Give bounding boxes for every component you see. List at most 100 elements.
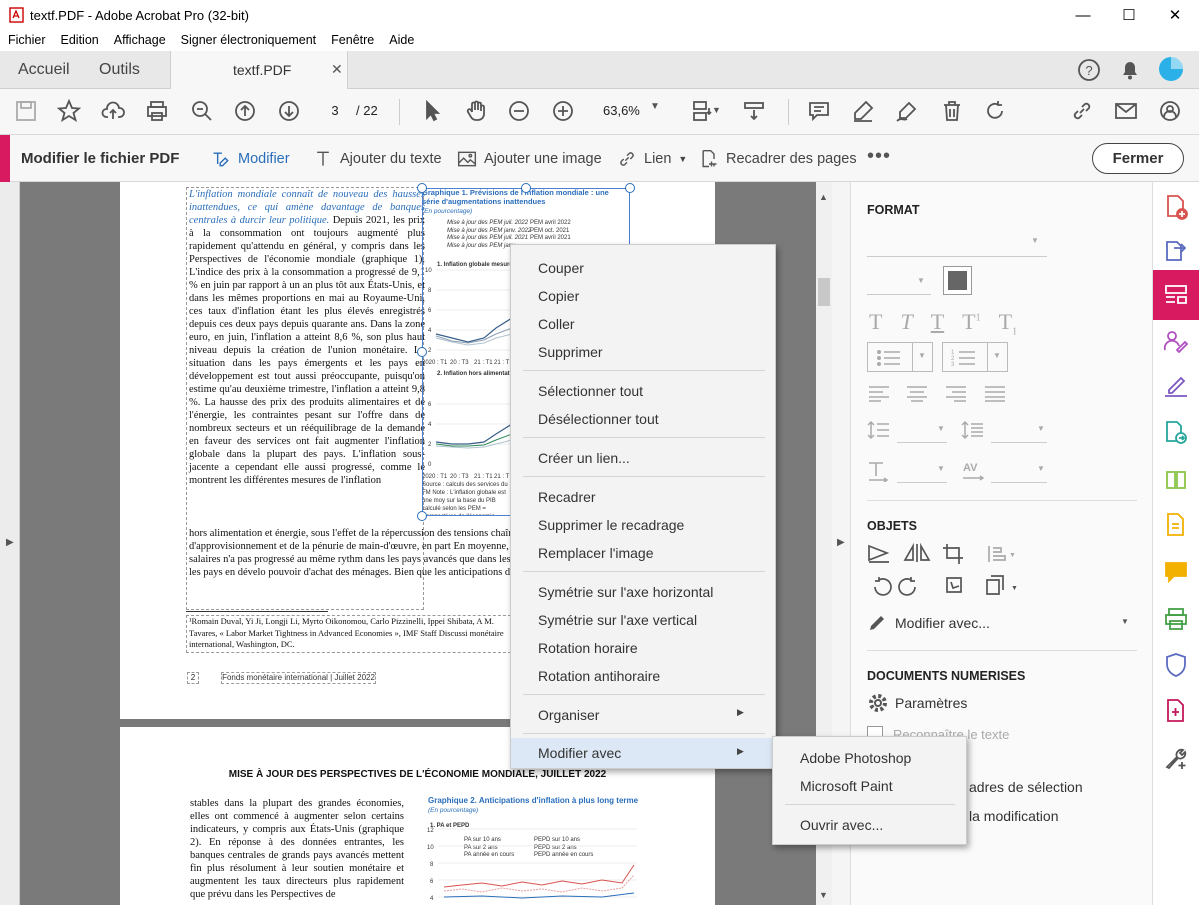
print-icon[interactable] bbox=[141, 95, 173, 127]
edit-with-dropdown[interactable]: Modifier avec... ▼ bbox=[867, 612, 1137, 634]
help-icon[interactable]: ? bbox=[1077, 58, 1101, 82]
save-icon[interactable] bbox=[10, 95, 42, 127]
submenu-item-open-with[interactable]: Ouvrir avec... bbox=[773, 810, 966, 838]
edit-pdf-icon[interactable] bbox=[1163, 282, 1189, 308]
menu-item-copy[interactable]: Copier bbox=[511, 281, 775, 309]
comment-icon[interactable] bbox=[803, 95, 835, 127]
numbered-list-select[interactable]: 123 ▼ bbox=[942, 342, 1008, 372]
text-underline-icon[interactable]: T bbox=[931, 309, 944, 337]
menu-item-rotate-counterclockwise[interactable]: Rotation antihoraire bbox=[511, 661, 775, 689]
character-spacing-select[interactable]: AV ▼ bbox=[961, 458, 1047, 484]
zoom-level-select[interactable]: 63,6% bbox=[603, 103, 640, 118]
add-user-icon[interactable] bbox=[1154, 95, 1186, 127]
menu-edition[interactable]: Edition bbox=[53, 30, 106, 51]
menu-item-flip-vertical[interactable]: Symétrie sur l'axe vertical bbox=[511, 605, 775, 633]
page2-body[interactable]: stables dans la plupart des grandes écon… bbox=[190, 797, 404, 905]
menu-fenetre[interactable]: Fenêtre bbox=[323, 30, 381, 51]
menu-item-rotate-clockwise[interactable]: Rotation horaire bbox=[511, 633, 775, 661]
font-family-select[interactable]: ▼ bbox=[867, 232, 1047, 257]
menu-item-delete[interactable]: Supprimer bbox=[511, 337, 775, 365]
menu-item-replace-image[interactable]: Remplacer l'image bbox=[511, 538, 775, 566]
resize-handle[interactable] bbox=[521, 183, 531, 193]
chevron-down-icon[interactable]: ▼ bbox=[712, 105, 721, 115]
share-link-icon[interactable] bbox=[1066, 95, 1098, 127]
page-number-input[interactable]: 3 bbox=[320, 103, 350, 118]
notification-bell-icon[interactable] bbox=[1119, 58, 1141, 82]
zoom-dropdown-icon[interactable]: ▼ bbox=[650, 101, 660, 112]
zoom-in-icon[interactable] bbox=[547, 95, 579, 127]
character-scale-select[interactable]: ▼ bbox=[867, 458, 947, 484]
footnote-text[interactable]: ¹Romain Duval, Yi Ji, Longji Li, Myrto O… bbox=[189, 616, 514, 652]
close-tab-icon[interactable]: ✕ bbox=[331, 61, 343, 78]
settings-button[interactable]: Paramètres bbox=[867, 692, 967, 714]
zoom-out-icon[interactable] bbox=[503, 95, 535, 127]
submenu-item-photoshop[interactable]: Adobe Photoshop bbox=[773, 743, 966, 771]
resize-handle[interactable] bbox=[625, 183, 635, 193]
scroll-up-icon[interactable]: ▲ bbox=[819, 192, 828, 202]
bookmark-star-icon[interactable] bbox=[53, 95, 85, 127]
bullet-list-select[interactable]: ▼ bbox=[867, 342, 933, 372]
highlight-pen-icon[interactable] bbox=[847, 95, 879, 127]
menu-item-create-link[interactable]: Créer un lien... bbox=[511, 443, 775, 471]
menu-item-arrange[interactable]: Organiser ▶ bbox=[511, 700, 775, 728]
protect-shield-icon[interactable] bbox=[1163, 652, 1189, 678]
request-signature-icon[interactable] bbox=[1163, 328, 1189, 354]
account-avatar-icon[interactable] bbox=[1158, 56, 1184, 82]
hand-tool-icon[interactable] bbox=[460, 95, 492, 127]
select-pointer-icon[interactable] bbox=[416, 95, 448, 127]
email-icon[interactable] bbox=[1110, 95, 1142, 127]
paragraph-spacing-select[interactable]: ▼ bbox=[961, 418, 1047, 444]
scrollbar-thumb[interactable] bbox=[818, 278, 830, 306]
menu-signer[interactable]: Signer électroniquement bbox=[173, 30, 324, 51]
add-image-button[interactable]: Ajouter une image bbox=[457, 149, 602, 169]
more-tools-wrench-icon[interactable] bbox=[1163, 745, 1189, 771]
tab-accueil[interactable]: Accueil bbox=[0, 51, 88, 89]
text-normal-icon[interactable]: T bbox=[869, 309, 882, 337]
resize-handle[interactable] bbox=[417, 183, 427, 193]
submenu-item-paint[interactable]: Microsoft Paint bbox=[773, 771, 966, 799]
link-button[interactable]: Lien ▼ bbox=[617, 149, 687, 169]
menu-item-crop[interactable]: Recadrer bbox=[511, 482, 775, 510]
add-text-button[interactable]: Ajouter du texte bbox=[313, 149, 442, 169]
organize-pages-icon[interactable] bbox=[1163, 467, 1189, 493]
scroll-down-icon[interactable]: ▼ bbox=[819, 890, 828, 900]
more-options-icon[interactable]: ••• bbox=[867, 145, 891, 168]
delete-trash-icon[interactable] bbox=[936, 95, 968, 127]
left-panel-toggle[interactable]: ▶ bbox=[0, 182, 20, 905]
font-size-select[interactable]: ▼ bbox=[867, 270, 931, 295]
menu-item-paste[interactable]: Coller bbox=[511, 309, 775, 337]
resize-handle[interactable] bbox=[417, 511, 427, 521]
menu-affichage[interactable]: Affichage bbox=[106, 30, 173, 51]
rich-media-icon[interactable] bbox=[1163, 698, 1189, 724]
tab-document[interactable]: textf.PDF ✕ bbox=[170, 51, 348, 90]
next-page-icon[interactable] bbox=[273, 95, 305, 127]
close-window-button[interactable]: ✕ bbox=[1152, 0, 1198, 30]
previous-page-icon[interactable] bbox=[229, 95, 261, 127]
zoom-search-icon[interactable] bbox=[186, 95, 218, 127]
export-pdf-icon[interactable] bbox=[1163, 238, 1189, 264]
minimize-button[interactable]: — bbox=[1060, 0, 1106, 30]
fill-sign-icon[interactable] bbox=[1163, 372, 1189, 398]
sign-pen-icon[interactable] bbox=[891, 95, 923, 127]
menu-item-deselect-all[interactable]: Désélectionner tout bbox=[511, 404, 775, 432]
redo-rotate-icon[interactable] bbox=[979, 95, 1011, 127]
menu-aide[interactable]: Aide bbox=[381, 30, 421, 51]
comment-tool-icon[interactable] bbox=[1163, 512, 1189, 538]
collapse-right-icon[interactable]: ▶ bbox=[837, 537, 845, 548]
menu-item-cut[interactable]: Couper bbox=[511, 253, 775, 281]
resize-handle[interactable] bbox=[417, 347, 427, 357]
line-spacing-select[interactable]: ▼ bbox=[867, 418, 947, 444]
create-pdf-icon[interactable] bbox=[1163, 194, 1189, 220]
upload-cloud-icon[interactable] bbox=[97, 95, 129, 127]
font-color-picker[interactable] bbox=[943, 266, 972, 295]
note-tool-icon[interactable] bbox=[1163, 559, 1189, 585]
menu-item-remove-crop[interactable]: Supprimer le recadrage bbox=[511, 510, 775, 538]
menu-fichier[interactable]: Fichier bbox=[0, 30, 53, 51]
close-edit-button[interactable]: Fermer bbox=[1092, 143, 1184, 174]
menu-item-select-all[interactable]: Sélectionner tout bbox=[511, 376, 775, 404]
crop-pages-button[interactable]: Recadrer des pages bbox=[699, 149, 857, 169]
print-production-icon[interactable] bbox=[1163, 606, 1189, 632]
text-italic-icon[interactable]: T bbox=[900, 309, 912, 337]
subscript-icon[interactable]: T1 bbox=[999, 309, 1017, 337]
combine-files-icon[interactable] bbox=[1163, 419, 1189, 445]
